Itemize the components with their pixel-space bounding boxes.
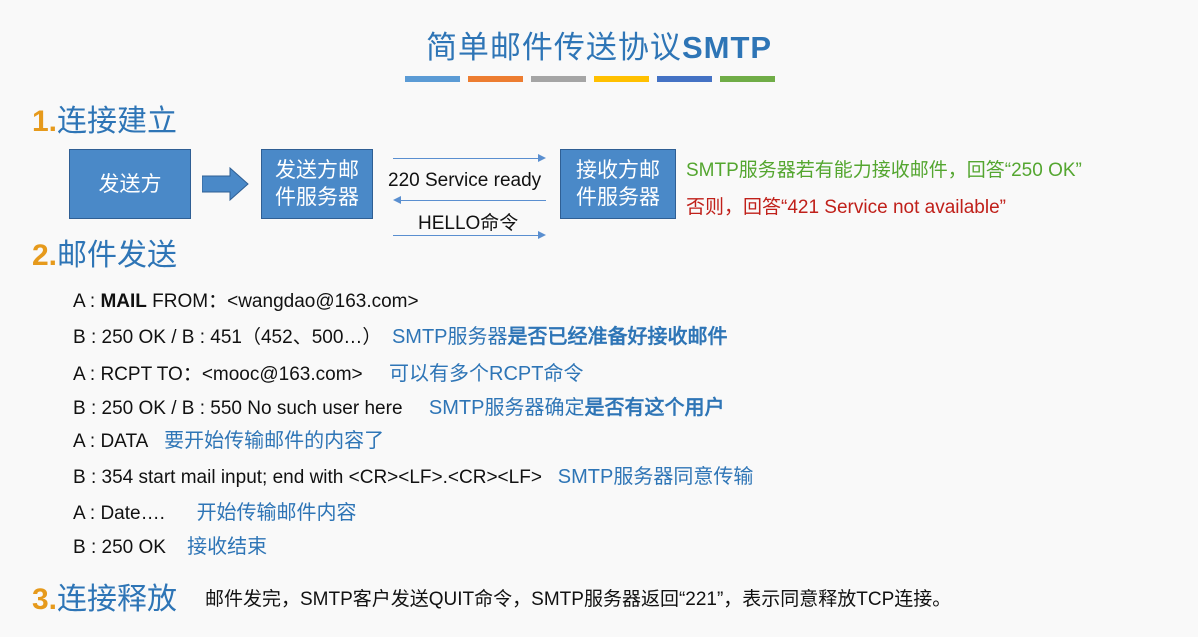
section-2-label: 邮件发送 (57, 239, 178, 272)
stripe-6 (720, 76, 775, 82)
line-text: A : Date…. (73, 503, 165, 524)
line-note: SMTP服务器同意传输 (557, 466, 754, 488)
line-text: A : RCPT TO：<mooc@163.com> (73, 364, 363, 385)
line-note: 接收结束 (187, 536, 268, 558)
section-1-num: 1. (32, 105, 58, 138)
stripe-4 (594, 76, 649, 82)
sender-box: 发送方 (69, 149, 191, 219)
exchange-line: B : 354 start mail input; end with <CR><… (73, 460, 753, 489)
receiver-server-line1: 接收方邮 (576, 159, 660, 182)
arrow-top-line (393, 158, 538, 159)
line-text: B : 250 OK / B : 451（452、500…） (73, 327, 382, 348)
line-text: B : 354 start mail input; end with <CR><… (73, 467, 542, 488)
page-title: 简单邮件传送协议SMTP (0, 22, 1198, 67)
section-2-num: 2. (32, 239, 58, 272)
sender-server-line1: 发送方邮 (275, 159, 359, 182)
line-prefix: A : (73, 291, 101, 312)
msg-hello: HELLO命令 (418, 213, 519, 234)
receiver-server-line2: 件服务器 (576, 186, 660, 209)
stripe-2 (468, 76, 523, 82)
section-3-num: 3. (32, 583, 58, 616)
exchange-line: B : 250 OK 接收结束 (73, 530, 267, 559)
reply-fail-text: 否则，回答“421 Service not available” (686, 197, 1006, 218)
reply-ok-text: SMTP服务器若有能力接收邮件，回答“250 OK” (686, 160, 1082, 181)
exchange-line: A : DATA 要开始传输邮件的内容了 (73, 424, 384, 453)
section-3-heading: 3.连接释放 (32, 574, 177, 618)
line-note: 可以有多个RCPT命令 (389, 363, 584, 385)
arrow-top-head (538, 154, 546, 162)
line-note-bold: 是否已经准备好接收邮件 (507, 326, 728, 348)
title-stripes (405, 76, 775, 82)
line-text: FROM：<wangdao@163.com> (146, 291, 419, 312)
sender-server-box: 发送方邮 件服务器 (261, 149, 373, 219)
exchange-line: B : 250 OK / B : 550 No such user here S… (73, 391, 724, 420)
section-2-heading: 2.邮件发送 (32, 230, 177, 274)
arrow-middle-line (401, 200, 546, 201)
line-text: B : 250 OK / B : 550 No such user here (73, 398, 403, 419)
line-note: SMTP服务器确定 (428, 397, 585, 419)
sender-label: 发送方 (98, 172, 162, 196)
title-bold: SMTP (681, 30, 773, 65)
line-note-bold: 是否有这个用户 (584, 397, 725, 419)
section-1-heading: 1.连接建立 (32, 96, 177, 140)
section-3-label: 连接释放 (57, 583, 178, 616)
stripe-5 (657, 76, 712, 82)
receiver-server-box: 接收方邮 件服务器 (560, 149, 676, 219)
exchange-line: B : 250 OK / B : 451（452、500…） SMTP服务器是否… (73, 320, 728, 349)
title-text: 简单邮件传送协议 (425, 30, 682, 65)
exchange-line: A : Date…. 开始传输邮件内容 (73, 496, 357, 525)
stripe-3 (531, 76, 586, 82)
arrow-middle-head (393, 196, 401, 204)
line-note: 要开始传输邮件的内容了 (164, 430, 385, 452)
exchange-line: A : MAIL FROM：<wangdao@163.com> (73, 286, 419, 313)
stripe-1 (405, 76, 460, 82)
section-1-label: 连接建立 (57, 105, 178, 138)
arrow-bottom-head (538, 231, 546, 239)
line-note: SMTP服务器 (391, 326, 508, 348)
right-arrow-icon (202, 166, 249, 202)
exchange-line: A : RCPT TO：<mooc@163.com> 可以有多个RCPT命令 (73, 357, 584, 386)
section-3-description: 邮件发完，SMTP客户发送QUIT命令，SMTP服务器返回“221”，表示同意释… (205, 589, 952, 610)
line-text: A : DATA (73, 431, 149, 452)
line-note: 开始传输邮件内容 (196, 502, 357, 524)
line-text: B : 250 OK (73, 537, 166, 558)
arrow-bottom-line (393, 235, 538, 236)
sender-server-line2: 件服务器 (275, 186, 359, 209)
line-bold: MAIL (100, 291, 147, 312)
msg-service-ready: 220 Service ready (388, 170, 542, 191)
